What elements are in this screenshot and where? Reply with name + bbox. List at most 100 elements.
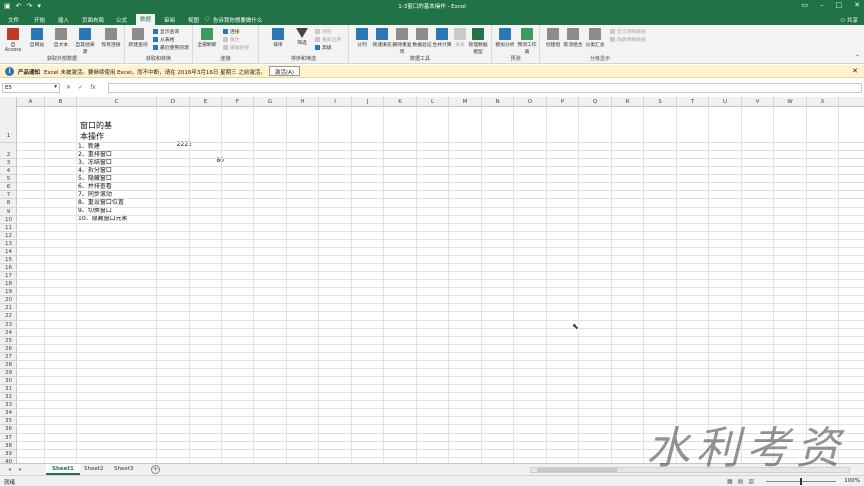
row-header[interactable]: 37	[0, 434, 17, 442]
row-header[interactable]: 26	[0, 345, 17, 353]
sheet-tab-sheet1[interactable]: Sheet1	[46, 464, 80, 475]
remove-duplicates-button[interactable]: 删除重复项	[391, 28, 413, 55]
cancel-icon[interactable]: ✕	[66, 84, 71, 91]
row-header[interactable]: 24	[0, 329, 17, 337]
add-sheet-button[interactable]: +	[151, 465, 160, 474]
filter-button[interactable]: 筛选	[291, 28, 313, 46]
tab-view[interactable]: 视图	[184, 15, 203, 25]
zoom-level[interactable]: 100%	[844, 478, 860, 484]
tab-data[interactable]: 数据	[136, 14, 156, 25]
close-icon[interactable]: ✕	[854, 1, 860, 9]
row-header[interactable]: 35	[0, 417, 17, 426]
column-header[interactable]: G	[254, 97, 287, 107]
row-header[interactable]: 38	[0, 442, 17, 450]
column-header[interactable]: L	[417, 97, 449, 107]
refresh-all-button[interactable]: 全部刷新	[196, 28, 218, 48]
row-header[interactable]: 5	[0, 175, 17, 184]
row-header[interactable]: 29	[0, 369, 17, 378]
column-header[interactable]: U	[709, 97, 742, 107]
column-header[interactable]: A	[17, 97, 45, 107]
row-header[interactable]: 36	[0, 425, 17, 434]
from-table-button[interactable]: 从表格	[153, 36, 174, 43]
column-header[interactable]: F	[222, 97, 254, 107]
column-header[interactable]: T	[677, 97, 709, 107]
tab-home[interactable]: 开始	[30, 15, 49, 25]
column-header[interactable]: N	[482, 97, 514, 107]
row-header[interactable]: 13	[0, 240, 17, 248]
column-header[interactable]: Q	[579, 97, 612, 107]
row-header[interactable]: 8	[0, 199, 17, 208]
tab-insert[interactable]: 插入	[54, 15, 73, 25]
row-header[interactable]: 1	[0, 107, 17, 143]
recent-sources-button[interactable]: 最近使用的源	[153, 44, 189, 51]
row-header[interactable]: 17	[0, 272, 17, 281]
chevron-down-icon[interactable]: ▾	[54, 84, 57, 90]
formula-input[interactable]	[108, 83, 862, 93]
column-header[interactable]: O	[514, 97, 547, 107]
activate-button[interactable]: 激活(A)	[269, 66, 301, 76]
column-header[interactable]: E	[190, 97, 222, 107]
text-to-columns-button[interactable]: 分列	[351, 28, 373, 48]
column-header[interactable]: I	[319, 97, 352, 107]
show-queries-button[interactable]: 显示查询	[153, 28, 179, 35]
new-query-button[interactable]: 新建查询	[127, 28, 149, 48]
ungroup-button[interactable]: 取消组合	[562, 28, 584, 48]
cell-c1-line1[interactable]: 窗口的基	[80, 120, 112, 131]
chevron-right-icon[interactable]: ▸	[19, 466, 22, 473]
tab-formulas[interactable]: 公式	[112, 15, 131, 25]
column-header[interactable]: C	[77, 97, 157, 107]
maximize-icon[interactable]: □	[836, 1, 843, 9]
column-header[interactable]: B	[45, 97, 77, 107]
row-header[interactable]: 28	[0, 361, 17, 369]
row-header[interactable]: 31	[0, 385, 17, 394]
existing-connections-button[interactable]: 现有连接	[100, 28, 122, 48]
column-header[interactable]: D	[157, 97, 190, 107]
column-header[interactable]: H	[287, 97, 319, 107]
tab-file[interactable]: 文件	[4, 15, 23, 25]
share-button[interactable]: ⚇ 共享	[840, 16, 858, 24]
select-all-corner[interactable]	[0, 97, 17, 107]
column-header[interactable]: K	[384, 97, 417, 107]
fx-icon[interactable]: fx	[90, 84, 96, 91]
manage-data-model-button[interactable]: 管理数据模型	[467, 28, 489, 55]
column-header[interactable]: W	[774, 97, 807, 107]
row-header[interactable]: 2	[0, 151, 17, 160]
name-box[interactable]: E5 ▾	[2, 83, 60, 93]
tab-review[interactable]: 审阅	[160, 15, 179, 25]
what-if-button[interactable]: 模拟分析	[494, 28, 516, 48]
row-header[interactable]: 27	[0, 353, 17, 361]
row-header[interactable]: 22	[0, 312, 17, 321]
group-button[interactable]: 创建组	[542, 28, 564, 48]
column-header[interactable]: X	[807, 97, 839, 107]
column-header[interactable]: R	[612, 97, 644, 107]
close-icon[interactable]: ✕	[852, 67, 858, 75]
row-header[interactable]: 30	[0, 377, 17, 386]
ribbon-display-icon[interactable]: ▭	[801, 1, 808, 9]
column-header[interactable]: V	[742, 97, 774, 107]
row-header[interactable]: 16	[0, 264, 17, 273]
row-header[interactable]: 15	[0, 256, 17, 265]
zoom-slider-knob[interactable]	[800, 478, 802, 485]
row-header[interactable]: 18	[0, 280, 17, 289]
row-header[interactable]: 20	[0, 296, 17, 305]
row-header[interactable]: 33	[0, 401, 17, 410]
cells-area[interactable]: 窗口的基 本操作 1、新建 2222 2、重排窗口 3、冻结窗口 80 4、拆分…	[17, 107, 864, 463]
row-header[interactable]: 6	[0, 183, 17, 192]
connections-button[interactable]: 连接	[223, 28, 240, 35]
enter-icon[interactable]: ✓	[78, 84, 83, 91]
from-web-button[interactable]: 自网站	[26, 28, 48, 48]
row-header[interactable]: 25	[0, 337, 17, 345]
page-break-view-icon[interactable]: ▥	[748, 478, 754, 485]
scroll-thumb[interactable]	[537, 468, 617, 472]
column-header[interactable]: S	[644, 97, 677, 107]
row-header[interactable]: 21	[0, 304, 17, 313]
subtotal-button[interactable]: 分类汇总	[584, 28, 606, 48]
row-header[interactable]: 10	[0, 216, 17, 224]
zoom-slider[interactable]	[766, 478, 836, 485]
row-header[interactable]: 39	[0, 450, 17, 458]
sort-button[interactable]: 排序	[267, 28, 289, 48]
row-header[interactable]: 11	[0, 224, 17, 232]
row-header[interactable]: 9	[0, 208, 17, 216]
flash-fill-button[interactable]: 快速填充	[371, 28, 393, 48]
tab-page-layout[interactable]: 页面布局	[78, 15, 108, 25]
